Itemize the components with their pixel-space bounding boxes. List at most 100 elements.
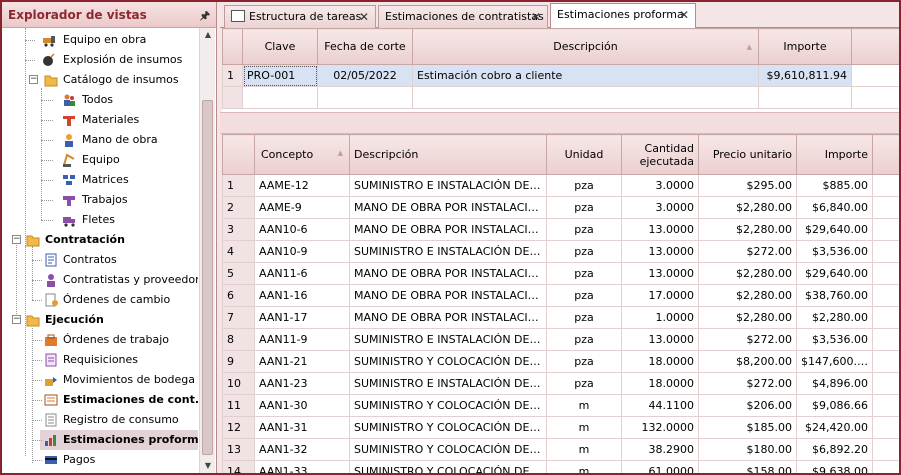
close-icon[interactable]: ✕ (359, 10, 369, 24)
cell-unidad[interactable]: m (546, 416, 622, 439)
cell-concepto[interactable]: AAN1-23 (254, 372, 350, 395)
tree-item-contratistas[interactable]: Contratistas y proveedor... (2, 270, 198, 290)
cell-precio-unitario[interactable]: $185.00 (698, 416, 797, 439)
cell-unidad[interactable]: m (546, 394, 622, 417)
tree-item-materiales[interactable]: Materiales (2, 110, 198, 130)
table-row[interactable]: 2 AAME-9 MANO DE OBRA POR INSTALACIÓN Y...… (222, 196, 899, 219)
table-row[interactable]: 12 AAN1-31 SUMINISTRO Y COLOCACIÓN DE TUB.… (222, 416, 899, 439)
scroll-down-icon[interactable]: ▼ (200, 459, 216, 473)
tree-item-equipo[interactable]: Equipo (2, 150, 198, 170)
cell-concepto[interactable]: AAN1-32 (254, 438, 350, 461)
cell-importe[interactable]: $4,896.00 (796, 372, 873, 395)
close-icon[interactable]: ✕ (531, 10, 541, 24)
cell-unidad[interactable]: pza (546, 196, 622, 219)
tree-item-explosion-de-insumos[interactable]: Explosión de insumos (2, 50, 198, 70)
tab-estimaciones-proforma[interactable]: Estimaciones proforma ✕ (550, 3, 696, 29)
tree-item-ordenes-de-trabajo[interactable]: Órdenes de trabajo (2, 330, 198, 350)
panel-splitter[interactable] (220, 112, 899, 134)
cell-concepto[interactable]: AAME-12 (254, 174, 350, 197)
column-header-cantidad-ejecutada[interactable]: Cantidad ejecutada (621, 134, 699, 175)
cell-unidad[interactable]: m (546, 460, 622, 473)
table-row[interactable]: 9 AAN1-21 SUMINISTRO Y COLOCACIÓN DE CU...… (222, 350, 899, 373)
cell-descripcion[interactable]: SUMINISTRO Y COLOCACIÓN DE TUB... (349, 394, 547, 417)
tree-item-matrices[interactable]: Matrices (2, 170, 198, 190)
cell-descripcion[interactable]: SUMINISTRO Y COLOCACIÓN DE TUB... (349, 416, 547, 439)
scrollbar-thumb[interactable] (202, 100, 213, 455)
cell-precio-unitario[interactable]: $295.00 (698, 174, 797, 197)
table-row[interactable]: 14 AAN1-33 SUMINISTRO Y COLOCACIÓN DE TUB.… (222, 460, 899, 473)
cell-importe[interactable]: $2,280.00 (796, 306, 873, 329)
explorer-scrollbar[interactable]: ▲ ▼ (199, 28, 215, 473)
cell-cantidad[interactable]: 3.0000 (621, 174, 699, 197)
cell-concepto[interactable]: AAME-9 (254, 196, 350, 219)
cell-descripcion[interactable]: SUMINISTRO E INSTALACIÓN DE SO... (349, 174, 547, 197)
cell-precio-unitario[interactable]: $2,280.00 (698, 196, 797, 219)
collapse-toggle[interactable]: − (29, 75, 38, 84)
column-header-unidad[interactable]: Unidad (546, 134, 622, 175)
cell-importe[interactable]: $885.00 (796, 174, 873, 197)
cell-precio-unitario[interactable]: $272.00 (698, 372, 797, 395)
table-row[interactable]: 1 AAME-12 SUMINISTRO E INSTALACIÓN DE SO..… (222, 174, 899, 197)
close-icon[interactable]: ✕ (679, 8, 689, 22)
cell-cantidad[interactable]: 18.0000 (621, 350, 699, 373)
column-header-descripcion[interactable]: Descripción (349, 134, 547, 175)
collapse-toggle[interactable]: − (12, 315, 21, 324)
table-row[interactable]: 6 AAN1-16 MANO DE OBRA POR INSTALACIÓN Y..… (222, 284, 899, 307)
cell-descripcion[interactable]: MANO DE OBRA POR INSTALACIÓN Y... (349, 218, 547, 241)
cell-cantidad[interactable]: 13.0000 (621, 218, 699, 241)
cell-precio-unitario[interactable]: $2,280.00 (698, 306, 797, 329)
tree-item-ejecucion[interactable]: − Ejecución (2, 310, 198, 330)
cell-descripcion[interactable]: SUMINISTRO E INSTALACIÓN DE SO... (349, 372, 547, 395)
tab-estimaciones-de-contratistas[interactable]: Estimaciones de contratistas ✕ (378, 5, 548, 28)
cell-importe[interactable]: $6,840.00 (796, 196, 873, 219)
cell-precio-unitario[interactable]: $158.00 (698, 460, 797, 473)
cell-precio-unitario[interactable]: $2,280.00 (698, 218, 797, 241)
tree-item-movimientos-de-bodega[interactable]: Movimientos de bodega (2, 370, 198, 390)
cell-descripcion[interactable]: SUMINISTRO Y COLOCACIÓN DE TUB... (349, 460, 547, 473)
table-row[interactable]: 10 AAN1-23 SUMINISTRO E INSTALACIÓN DE SO.… (222, 372, 899, 395)
tree-item-contratacion[interactable]: − Contratación (2, 230, 198, 250)
cell-descripcion[interactable]: MANO DE OBRA POR INSTALACIÓN Y... (349, 284, 547, 307)
tree-item-todos[interactable]: Todos (2, 90, 198, 110)
cell-descripcion[interactable]: SUMINISTRO E INSTALACIÓN DE SO... (349, 328, 547, 351)
tree-item-registro-de-consumo[interactable]: Registro de consumo (2, 410, 198, 430)
tab-estructura-de-tareas[interactable]: Estructura de tareas ✕ (224, 5, 376, 28)
cell-concepto[interactable]: AAN11-6 (254, 262, 350, 285)
cell-cantidad[interactable]: 38.2900 (621, 438, 699, 461)
cell-cantidad[interactable]: 132.0000 (621, 416, 699, 439)
cell-importe[interactable]: $38,760.00 (796, 284, 873, 307)
column-header-descripcion[interactable]: Descripción ▲ (412, 28, 759, 65)
table-row[interactable]: 3 AAN10-6 MANO DE OBRA POR INSTALACIÓN Y..… (222, 218, 899, 241)
cell-importe[interactable]: $29,640.00 (796, 218, 873, 241)
cell-cantidad[interactable]: 1.0000 (621, 306, 699, 329)
tree-item-requisiciones[interactable]: Requisiciones (2, 350, 198, 370)
cell-concepto[interactable]: AAN1-21 (254, 350, 350, 373)
cell-cantidad[interactable]: 18.0000 (621, 372, 699, 395)
cell-unidad[interactable]: pza (546, 350, 622, 373)
cell-importe[interactable]: $9,086.66 (796, 394, 873, 417)
collapse-toggle[interactable]: − (12, 235, 21, 244)
cell-unidad[interactable]: pza (546, 306, 622, 329)
tree-item-fletes[interactable]: Fletes (2, 210, 198, 230)
cell-precio-unitario[interactable]: $272.00 (698, 240, 797, 263)
table-row[interactable]: 13 AAN1-32 SUMINISTRO Y COLOCACIÓN DE TUB.… (222, 438, 899, 461)
cell-unidad[interactable]: pza (546, 174, 622, 197)
column-header-importe[interactable]: Importe (758, 28, 852, 65)
cell-cantidad[interactable]: 13.0000 (621, 240, 699, 263)
cell-concepto[interactable]: AAN10-9 (254, 240, 350, 263)
cell-concepto[interactable]: AAN10-6 (254, 218, 350, 241)
cell-cantidad[interactable]: 61.0000 (621, 460, 699, 473)
cell-descripcion[interactable]: SUMINISTRO Y COLOCACIÓN DE CU... (349, 350, 547, 373)
cell-unidad[interactable]: m (546, 438, 622, 461)
column-header-clave[interactable]: Clave (242, 28, 318, 65)
cell-concepto[interactable]: AAN11-9 (254, 328, 350, 351)
cell-concepto[interactable]: AAN1-16 (254, 284, 350, 307)
cell-cantidad[interactable]: 3.0000 (621, 196, 699, 219)
cell-unidad[interactable]: pza (546, 218, 622, 241)
cell-importe[interactable]: $3,536.00 (796, 328, 873, 351)
cell-importe[interactable]: $9,610,811.94 (758, 64, 852, 87)
cell-descripcion[interactable]: SUMINISTRO Y COLOCACIÓN DE TUB... (349, 438, 547, 461)
tree-item-pagos[interactable]: Pagos (2, 450, 198, 470)
table-row[interactable]: 11 AAN1-30 SUMINISTRO Y COLOCACIÓN DE TUB.… (222, 394, 899, 417)
cell-concepto[interactable]: AAN1-30 (254, 394, 350, 417)
